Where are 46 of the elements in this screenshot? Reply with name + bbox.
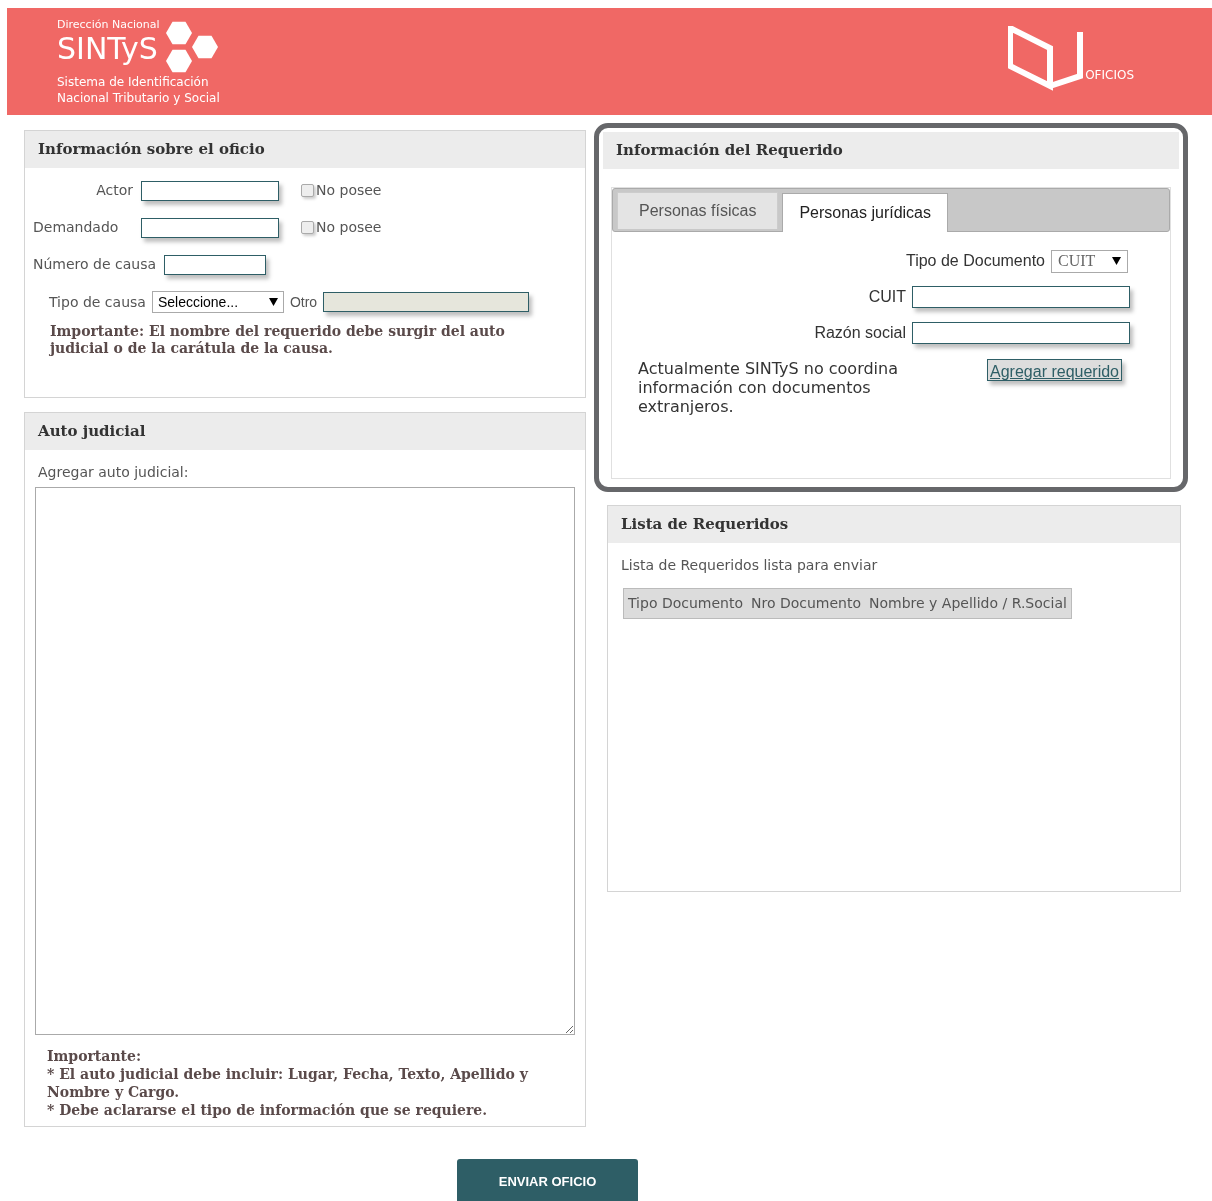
checkbox[interactable] (301, 184, 314, 197)
tab[interactable]: Personas físicas (617, 192, 779, 229)
input-field[interactable] (141, 217, 279, 238)
checkbox-label: No posee (316, 181, 382, 200)
panel-title: Información sobre el oficio (25, 131, 585, 168)
logo-caption: Sistema de Identificación (57, 73, 210, 90)
logo-name: SINTyS (57, 31, 159, 66)
select-field[interactable]: Seleccione... (151, 291, 284, 313)
logo-subtitle: Dirección Nacional (57, 17, 160, 32)
panel-title: Auto judicial (25, 413, 585, 450)
column-header: Nombre y Apellido / R.Social (869, 594, 1067, 613)
checkbox-label: No posee (316, 218, 382, 237)
panel-title: Lista de Requeridos (608, 506, 1180, 543)
column-header: Tipo Documento (628, 594, 743, 613)
input-field[interactable] (912, 286, 1130, 308)
input-field[interactable] (164, 254, 267, 275)
panel-title: Información del Requerido (603, 132, 1179, 169)
important-note: Importante: El nombre del requerido debe surgir del auto judicial o de la carátula de la causa. (50, 323, 506, 357)
info-text: Actualmente SINTyS no coordina información con documentos extranjeros. (638, 359, 899, 416)
caption-text: Lista de Requeridos lista para enviar (620, 556, 879, 575)
column-header: Nro Documento (751, 594, 862, 613)
tab[interactable]: Personas jurídicas (782, 193, 948, 232)
input-field[interactable] (141, 180, 279, 201)
field-label: Demandado (33, 218, 120, 237)
app-label: OFICIOS (1085, 66, 1134, 84)
logo-caption: Nacional Tributario y Social (57, 89, 221, 106)
field-label: Número de causa (33, 255, 157, 274)
important-note: * Debe aclararse el tipo de información que se requiere. (47, 1101, 489, 1119)
checkbox[interactable] (301, 221, 314, 234)
caret-icon (268, 298, 278, 306)
input-field[interactable] (912, 322, 1130, 344)
field-label: Tipo de Documento (905, 251, 1045, 271)
field-label: Razón social (814, 323, 906, 343)
important-note: Importante: (47, 1047, 143, 1065)
field-label: Agregar auto judicial: (37, 463, 190, 482)
field-label: CUIT (868, 287, 906, 307)
submit-button[interactable]: ENVIAR OFICIO (457, 1159, 638, 1201)
select-value: Seleccione... (157, 292, 239, 312)
caret-icon (1112, 257, 1121, 265)
field-label: Actor (95, 181, 133, 200)
select-field[interactable]: CUIT (1051, 249, 1128, 273)
field-label: Otro (289, 292, 318, 312)
field-label: Tipo de causa (49, 292, 146, 312)
important-note: * El auto judicial debe incluir: Lugar, Fecha, Texto, Apellido y Nombre y Cargo. (47, 1065, 530, 1101)
add-button[interactable]: Agregar requerido (987, 359, 1122, 381)
select-value: CUIT (1058, 251, 1096, 271)
